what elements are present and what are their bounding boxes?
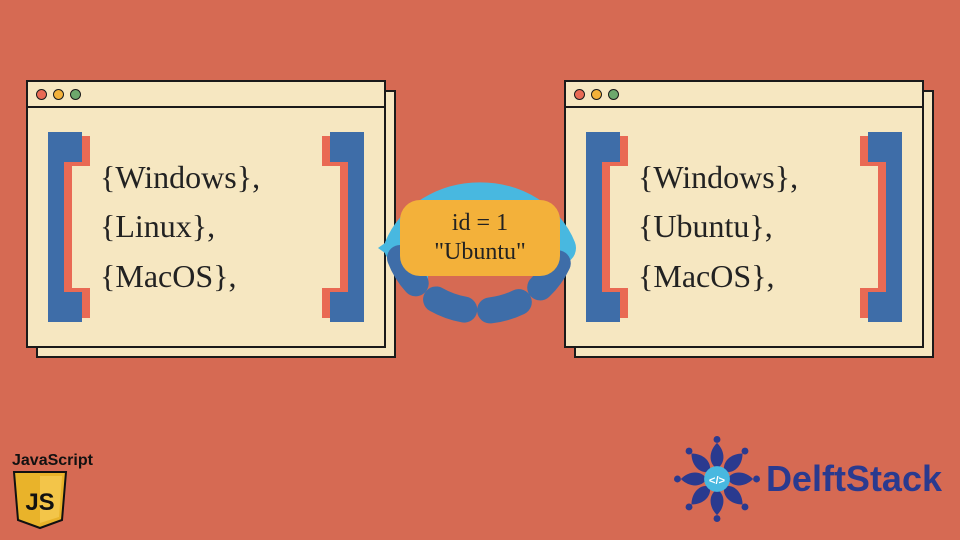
left-window-stack: {Windows}, {Linux}, {MacOS}, — [26, 80, 396, 360]
array-item: {MacOS}, — [100, 252, 312, 302]
window-front: {Windows}, {Ubuntu}, {MacOS}, — [564, 80, 924, 348]
traffic-light-close-icon — [574, 89, 585, 100]
close-bracket-icon — [860, 132, 906, 322]
swap-label-pill: id = 1 "Ubuntu" — [400, 200, 560, 276]
traffic-light-zoom-icon — [608, 89, 619, 100]
brand-name: DelftStack — [766, 458, 942, 500]
open-bracket-icon — [44, 132, 90, 322]
array-item: {Windows}, — [100, 153, 312, 203]
array-list: {Windows}, {Linux}, {MacOS}, — [90, 153, 322, 302]
titlebar — [28, 82, 384, 108]
traffic-light-zoom-icon — [70, 89, 81, 100]
javascript-badge: JavaScript JS — [12, 452, 93, 530]
array-list: {Windows}, {Ubuntu}, {MacOS}, — [628, 153, 860, 302]
window-body: {Windows}, {Linux}, {MacOS}, — [28, 108, 384, 346]
array-item: {Linux}, — [100, 202, 312, 252]
close-bracket-icon — [322, 132, 368, 322]
traffic-light-minimize-icon — [53, 89, 64, 100]
mandala-icon: </> — [674, 436, 760, 522]
titlebar — [566, 82, 922, 108]
swap-label-line2: "Ubuntu" — [434, 238, 526, 267]
window-body: {Windows}, {Ubuntu}, {MacOS}, — [566, 108, 922, 346]
javascript-shield-icon: JS — [12, 470, 68, 530]
traffic-light-close-icon — [36, 89, 47, 100]
array-item: {Windows}, — [638, 153, 850, 203]
svg-text:</>: </> — [709, 475, 726, 487]
array-item: {Ubuntu}, — [638, 202, 850, 252]
svg-text:JS: JS — [25, 489, 54, 516]
traffic-light-minimize-icon — [591, 89, 602, 100]
swap-label-line1: id = 1 — [452, 209, 508, 238]
javascript-label: JavaScript — [12, 452, 93, 470]
window-front: {Windows}, {Linux}, {MacOS}, — [26, 80, 386, 348]
delftstack-logo: </> DelftStack — [674, 436, 942, 522]
array-item: {MacOS}, — [638, 252, 850, 302]
right-window-stack: {Windows}, {Ubuntu}, {MacOS}, — [564, 80, 934, 360]
